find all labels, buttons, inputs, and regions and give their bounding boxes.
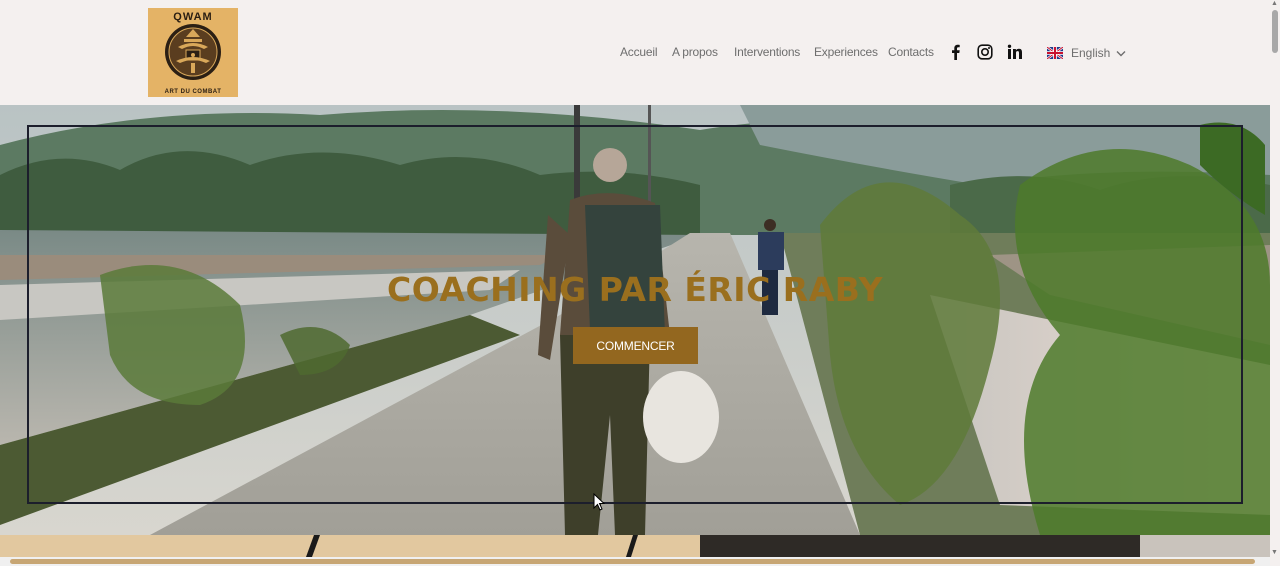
logo-bottom-text: ART DU COMBAT — [164, 89, 222, 95]
logo-emblem-icon — [165, 24, 221, 80]
nav-link-a-propos[interactable]: A propos — [672, 45, 718, 59]
site-header: QWAM ART DU COMBAT Accueil A propos Inte… — [0, 0, 1270, 105]
facebook-icon[interactable] — [948, 44, 964, 60]
next-section-preview — [0, 535, 1270, 557]
instagram-icon[interactable] — [977, 44, 993, 60]
language-label: English — [1071, 46, 1111, 60]
nav-link-interventions[interactable]: Interventions — [734, 45, 800, 59]
mouse-cursor-icon — [593, 493, 605, 511]
chevron-down-icon — [1116, 50, 1126, 56]
nav-link-contacts[interactable]: Contacts — [888, 45, 934, 59]
scroll-down-arrow-icon[interactable]: ▼ — [1271, 549, 1278, 556]
linkedin-icon[interactable] — [1007, 44, 1023, 60]
hero-section: COACHING PAR ÉRIC RABY COMMENCER — [0, 105, 1270, 535]
uk-flag-icon — [1047, 47, 1063, 59]
hero-frame — [27, 125, 1243, 504]
vertical-scrollbar[interactable]: ▲ ▼ — [1270, 0, 1280, 566]
next-section-image — [0, 535, 1270, 557]
vertical-scrollbar-thumb[interactable] — [1272, 10, 1278, 53]
hero-title: COACHING PAR ÉRIC RABY — [387, 270, 883, 309]
nav-link-accueil[interactable]: Accueil — [620, 45, 657, 59]
horizontal-scrollbar[interactable] — [0, 557, 1270, 566]
logo-top-text: QWAM — [173, 11, 213, 23]
nav-link-experiences[interactable]: Experiences — [814, 45, 878, 59]
horizontal-scrollbar-thumb[interactable] — [10, 559, 1255, 564]
site-logo[interactable]: QWAM ART DU COMBAT — [148, 8, 238, 97]
commencer-button[interactable]: COMMENCER — [573, 327, 698, 364]
scroll-up-arrow-icon[interactable]: ▲ — [1271, 0, 1278, 7]
language-selector[interactable]: English — [1047, 44, 1126, 62]
